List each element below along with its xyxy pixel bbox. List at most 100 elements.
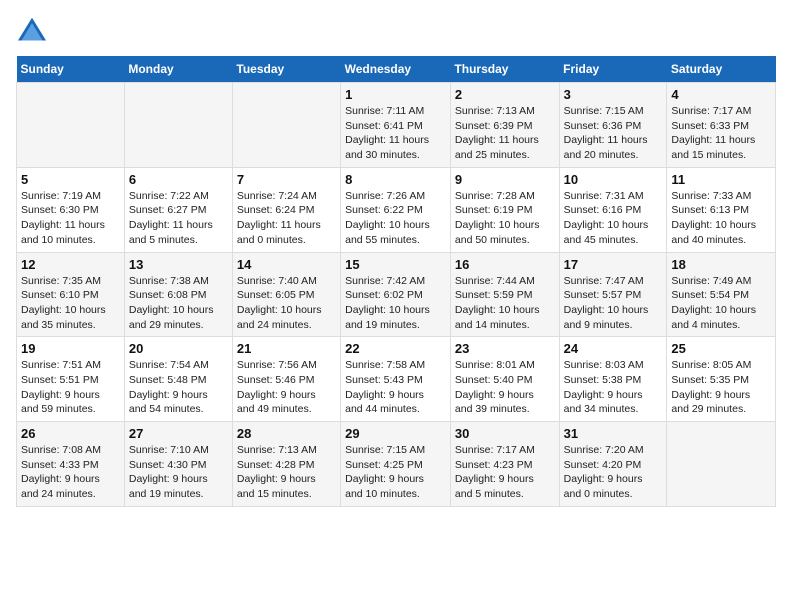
day-info: Sunrise: 7:13 AM Sunset: 4:28 PM Dayligh…: [237, 443, 336, 502]
day-info: Sunrise: 7:17 AM Sunset: 4:23 PM Dayligh…: [455, 443, 555, 502]
calendar-cell: 5 Sunrise: 7:19 AM Sunset: 6:30 PM Daylig…: [17, 167, 125, 252]
calendar-cell: [124, 83, 232, 168]
calendar-header: SundayMondayTuesdayWednesdayThursdayFrid…: [17, 56, 776, 83]
day-info: Sunrise: 8:03 AM Sunset: 5:38 PM Dayligh…: [564, 358, 663, 417]
calendar-cell: 4 Sunrise: 7:17 AM Sunset: 6:33 PM Daylig…: [667, 83, 776, 168]
week-row-5: 26 Sunrise: 7:08 AM Sunset: 4:33 PM Dayli…: [17, 422, 776, 507]
calendar-cell: 9Sunrise: 7:28 AM Sunset: 6:19 PM Daylig…: [450, 167, 559, 252]
day-number: 24: [564, 341, 663, 356]
calendar-cell: 25 Sunrise: 8:05 AM Sunset: 5:35 PM Dayli…: [667, 337, 776, 422]
calendar-cell: 6 Sunrise: 7:22 AM Sunset: 6:27 PM Daylig…: [124, 167, 232, 252]
day-number: 25: [671, 341, 771, 356]
calendar-cell: 3 Sunrise: 7:15 AM Sunset: 6:36 PM Daylig…: [559, 83, 667, 168]
day-info: Sunrise: 7:47 AM Sunset: 5:57 PM Dayligh…: [564, 274, 663, 333]
day-info: Sunrise: 7:40 AM Sunset: 6:05 PM Dayligh…: [237, 274, 336, 333]
day-number: 7: [237, 172, 336, 187]
week-row-3: 12 Sunrise: 7:35 AM Sunset: 6:10 PM Dayli…: [17, 252, 776, 337]
day-number: 6: [129, 172, 228, 187]
calendar-cell: 21 Sunrise: 7:56 AM Sunset: 5:46 PM Dayli…: [232, 337, 340, 422]
day-number: 10: [564, 172, 663, 187]
calendar-cell: 29Sunrise: 7:15 AM Sunset: 4:25 PM Dayli…: [341, 422, 451, 507]
day-info: Sunrise: 7:31 AM Sunset: 6:16 PM Dayligh…: [564, 189, 663, 248]
weekday-row: SundayMondayTuesdayWednesdayThursdayFrid…: [17, 56, 776, 83]
calendar-cell: 8 Sunrise: 7:26 AM Sunset: 6:22 PM Daylig…: [341, 167, 451, 252]
day-info: Sunrise: 7:28 AM Sunset: 6:19 PM Dayligh…: [455, 189, 555, 248]
calendar-cell: 23 Sunrise: 8:01 AM Sunset: 5:40 PM Dayli…: [450, 337, 559, 422]
day-info: Sunrise: 7:08 AM Sunset: 4:33 PM Dayligh…: [21, 443, 120, 502]
day-number: 3: [564, 87, 663, 102]
logo: [16, 16, 52, 44]
day-number: 18: [671, 257, 771, 272]
calendar-cell: 20 Sunrise: 7:54 AM Sunset: 5:48 PM Dayli…: [124, 337, 232, 422]
day-number: 30: [455, 426, 555, 441]
day-info: Sunrise: 7:15 AM Sunset: 4:25 PM Dayligh…: [345, 443, 446, 502]
day-number: 20: [129, 341, 228, 356]
day-number: 23: [455, 341, 555, 356]
calendar-cell: 17Sunrise: 7:47 AM Sunset: 5:57 PM Dayli…: [559, 252, 667, 337]
day-number: 26: [21, 426, 120, 441]
day-number: 19: [21, 341, 120, 356]
day-info: Sunrise: 8:05 AM Sunset: 5:35 PM Dayligh…: [671, 358, 771, 417]
weekday-header-friday: Friday: [559, 56, 667, 83]
day-number: 13: [129, 257, 228, 272]
day-info: Sunrise: 7:56 AM Sunset: 5:46 PM Dayligh…: [237, 358, 336, 417]
calendar-cell: 22 Sunrise: 7:58 AM Sunset: 5:43 PM Dayli…: [341, 337, 451, 422]
day-info: Sunrise: 7:15 AM Sunset: 6:36 PM Dayligh…: [564, 104, 663, 163]
calendar-cell: 2 Sunrise: 7:13 AM Sunset: 6:39 PM Daylig…: [450, 83, 559, 168]
weekday-header-thursday: Thursday: [450, 56, 559, 83]
calendar-cell: 18 Sunrise: 7:49 AM Sunset: 5:54 PM Dayli…: [667, 252, 776, 337]
calendar-cell: 28 Sunrise: 7:13 AM Sunset: 4:28 PM Dayli…: [232, 422, 340, 507]
calendar-cell: 24 Sunrise: 8:03 AM Sunset: 5:38 PM Dayli…: [559, 337, 667, 422]
calendar-cell: 27 Sunrise: 7:10 AM Sunset: 4:30 PM Dayli…: [124, 422, 232, 507]
day-info: Sunrise: 8:01 AM Sunset: 5:40 PM Dayligh…: [455, 358, 555, 417]
day-info: Sunrise: 7:13 AM Sunset: 6:39 PM Dayligh…: [455, 104, 555, 163]
calendar-cell: 31Sunrise: 7:20 AM Sunset: 4:20 PM Dayli…: [559, 422, 667, 507]
calendar-cell: [667, 422, 776, 507]
calendar-cell: [17, 83, 125, 168]
day-info: Sunrise: 7:35 AM Sunset: 6:10 PM Dayligh…: [21, 274, 120, 333]
day-number: 8: [345, 172, 446, 187]
calendar-cell: 14Sunrise: 7:40 AM Sunset: 6:05 PM Dayli…: [232, 252, 340, 337]
day-info: Sunrise: 7:19 AM Sunset: 6:30 PM Dayligh…: [21, 189, 120, 248]
day-number: 31: [564, 426, 663, 441]
calendar-cell: 15Sunrise: 7:42 AM Sunset: 6:02 PM Dayli…: [341, 252, 451, 337]
week-row-1: 1Sunrise: 7:11 AM Sunset: 6:41 PM Daylig…: [17, 83, 776, 168]
day-number: 1: [345, 87, 446, 102]
page-header: [16, 16, 776, 44]
week-row-4: 19 Sunrise: 7:51 AM Sunset: 5:51 PM Dayli…: [17, 337, 776, 422]
day-number: 21: [237, 341, 336, 356]
calendar-cell: 19 Sunrise: 7:51 AM Sunset: 5:51 PM Dayli…: [17, 337, 125, 422]
day-number: 16: [455, 257, 555, 272]
day-info: Sunrise: 7:51 AM Sunset: 5:51 PM Dayligh…: [21, 358, 120, 417]
day-number: 27: [129, 426, 228, 441]
weekday-header-monday: Monday: [124, 56, 232, 83]
day-number: 2: [455, 87, 555, 102]
day-info: Sunrise: 7:22 AM Sunset: 6:27 PM Dayligh…: [129, 189, 228, 248]
day-number: 22: [345, 341, 446, 356]
calendar-cell: 16Sunrise: 7:44 AM Sunset: 5:59 PM Dayli…: [450, 252, 559, 337]
day-info: Sunrise: 7:58 AM Sunset: 5:43 PM Dayligh…: [345, 358, 446, 417]
day-number: 28: [237, 426, 336, 441]
day-info: Sunrise: 7:54 AM Sunset: 5:48 PM Dayligh…: [129, 358, 228, 417]
day-info: Sunrise: 7:49 AM Sunset: 5:54 PM Dayligh…: [671, 274, 771, 333]
week-row-2: 5 Sunrise: 7:19 AM Sunset: 6:30 PM Daylig…: [17, 167, 776, 252]
weekday-header-saturday: Saturday: [667, 56, 776, 83]
calendar-table: SundayMondayTuesdayWednesdayThursdayFrid…: [16, 56, 776, 507]
day-number: 5: [21, 172, 120, 187]
day-info: Sunrise: 7:42 AM Sunset: 6:02 PM Dayligh…: [345, 274, 446, 333]
day-number: 11: [671, 172, 771, 187]
calendar-cell: 10 Sunrise: 7:31 AM Sunset: 6:16 PM Dayli…: [559, 167, 667, 252]
day-number: 4: [671, 87, 771, 102]
calendar-cell: 26 Sunrise: 7:08 AM Sunset: 4:33 PM Dayli…: [17, 422, 125, 507]
weekday-header-wednesday: Wednesday: [341, 56, 451, 83]
weekday-header-tuesday: Tuesday: [232, 56, 340, 83]
logo-icon: [16, 16, 48, 44]
calendar-cell: 1Sunrise: 7:11 AM Sunset: 6:41 PM Daylig…: [341, 83, 451, 168]
day-info: Sunrise: 7:38 AM Sunset: 6:08 PM Dayligh…: [129, 274, 228, 333]
day-info: Sunrise: 7:26 AM Sunset: 6:22 PM Dayligh…: [345, 189, 446, 248]
day-info: Sunrise: 7:10 AM Sunset: 4:30 PM Dayligh…: [129, 443, 228, 502]
day-info: Sunrise: 7:33 AM Sunset: 6:13 PM Dayligh…: [671, 189, 771, 248]
day-number: 12: [21, 257, 120, 272]
day-info: Sunrise: 7:17 AM Sunset: 6:33 PM Dayligh…: [671, 104, 771, 163]
day-info: Sunrise: 7:24 AM Sunset: 6:24 PM Dayligh…: [237, 189, 336, 248]
